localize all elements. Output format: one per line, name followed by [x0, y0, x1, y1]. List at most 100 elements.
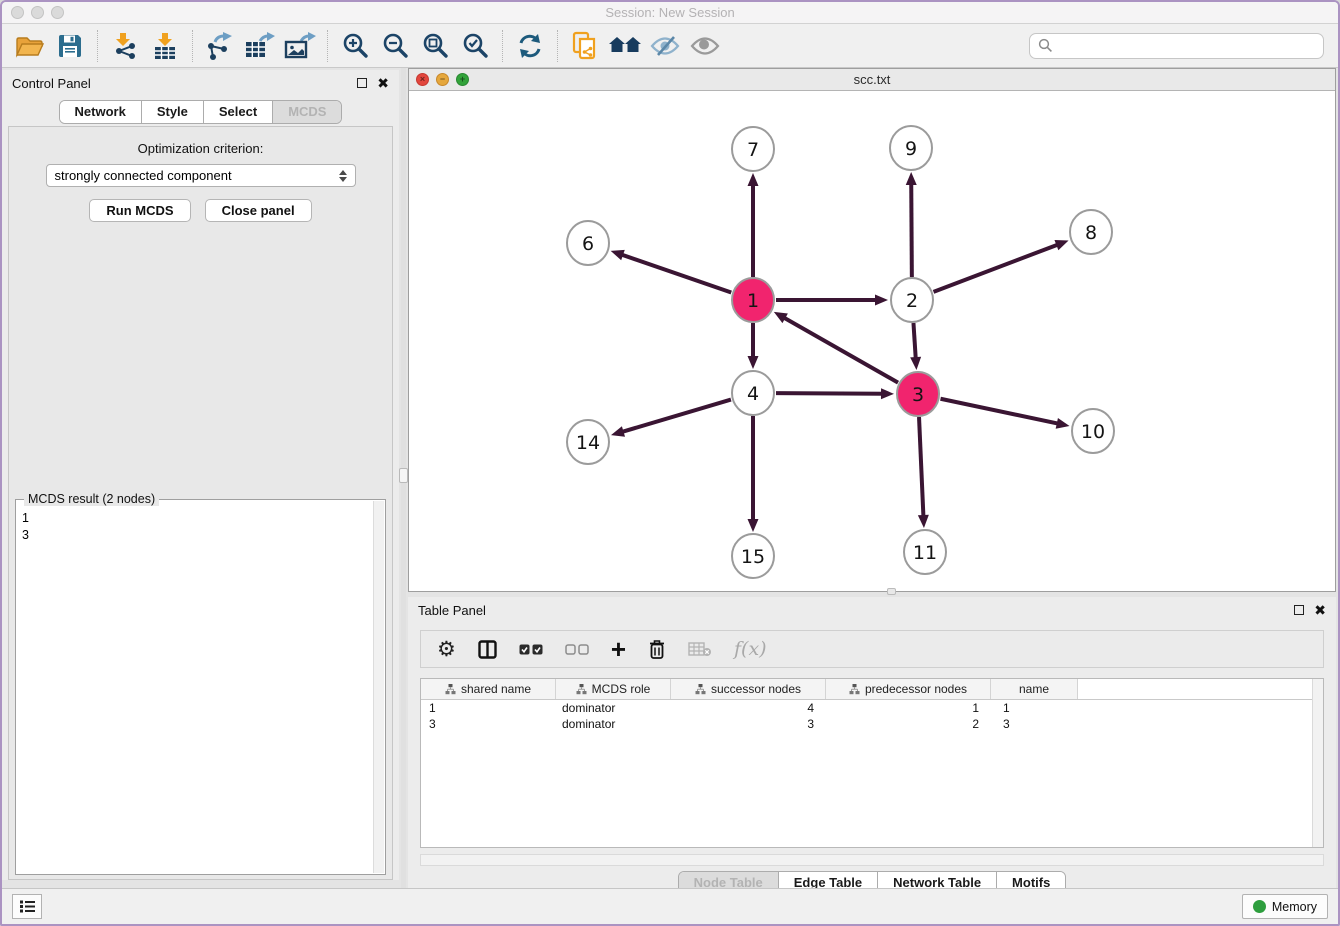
table-cell[interactable]: 1	[826, 701, 991, 715]
graph-edge-3-11[interactable]	[919, 417, 923, 518]
node-table: shared nameMCDS role successor nodes prede…	[420, 678, 1324, 848]
table-header-row: shared nameMCDS role successor nodes prede…	[421, 679, 1323, 700]
graph-edge-4-3[interactable]	[776, 393, 884, 394]
graph-edge-2-9[interactable]	[911, 182, 912, 277]
zoom-selected-button[interactable]	[455, 28, 495, 64]
list-icon	[19, 899, 36, 914]
table-cell[interactable]: 4	[671, 701, 826, 715]
first-neighbors-button[interactable]	[565, 28, 605, 64]
export-network-button[interactable]	[200, 28, 240, 64]
checked-boxes-icon	[519, 644, 543, 655]
tab-style[interactable]: Style	[141, 101, 203, 123]
table-row[interactable]: 1dominator411	[421, 700, 1323, 716]
table-cell[interactable]: 3	[991, 717, 1078, 731]
refresh-icon	[516, 33, 544, 59]
houses-icon	[608, 34, 642, 58]
mcds-tab-content: Optimization criterion: strongly connect…	[8, 126, 393, 880]
tab-select[interactable]: Select	[203, 101, 272, 123]
delete-column-button[interactable]	[648, 634, 666, 664]
graph-edge-2-8[interactable]	[934, 244, 1060, 292]
table-cell[interactable]: dominator	[556, 701, 671, 715]
float-panel-icon[interactable]	[357, 78, 367, 88]
import-network-button[interactable]	[105, 28, 145, 64]
column-header-predecessor-nodes[interactable]: predecessor nodes	[826, 679, 991, 699]
column-header-shared-name[interactable]: shared name	[421, 679, 556, 699]
table-cell[interactable]: 1	[991, 701, 1078, 715]
search-input[interactable]	[1053, 38, 1315, 53]
vertical-splitter[interactable]	[401, 68, 406, 892]
show-all-button[interactable]	[685, 28, 725, 64]
add-column-button[interactable]: +	[611, 634, 626, 664]
hide-selected-button[interactable]	[645, 28, 685, 64]
export-table-button[interactable]	[240, 28, 280, 64]
close-panel-button[interactable]: Close panel	[205, 199, 312, 222]
table-vertical-scrollbar[interactable]	[1312, 679, 1323, 847]
table-panel-title: Table Panel	[418, 603, 486, 618]
graph-edge-1-6[interactable]	[620, 254, 731, 292]
graph-edge-4-14[interactable]	[621, 400, 731, 433]
mcds-result-value: 3	[22, 527, 368, 544]
open-session-button[interactable]	[10, 28, 50, 64]
criterion-select[interactable]: strongly connected component	[46, 164, 356, 187]
import-table-button[interactable]	[145, 28, 185, 64]
hierarchy-icon	[695, 684, 706, 695]
splitter-grip[interactable]	[399, 468, 408, 483]
memory-button[interactable]: Memory	[1242, 894, 1328, 919]
graph-edge-3-1[interactable]	[783, 317, 898, 383]
home-views-button[interactable]	[605, 28, 645, 64]
table-cell[interactable]: 1	[421, 701, 556, 715]
search-field[interactable]	[1029, 33, 1324, 59]
graph-node-label: 7	[747, 139, 759, 161]
close-panel-icon[interactable]: ✖	[377, 78, 389, 88]
table-cell[interactable]: dominator	[556, 717, 671, 731]
graph-edge-2-3[interactable]	[913, 323, 915, 360]
table-cell[interactable]: 2	[826, 717, 991, 731]
deselect-all-rows-button[interactable]	[565, 634, 589, 664]
zoom-out-icon	[382, 32, 409, 59]
mcds-result-box: MCDS result (2 nodes) 13	[15, 499, 386, 875]
graph-node-label: 2	[906, 290, 918, 312]
search-icon	[1038, 38, 1053, 53]
hierarchy-icon	[576, 684, 587, 695]
column-header-label: successor nodes	[711, 682, 801, 696]
toggle-columns-button[interactable]	[478, 634, 497, 664]
run-mcds-button[interactable]: Run MCDS	[89, 199, 190, 222]
table-horizontal-scrollbar[interactable]	[420, 854, 1324, 866]
table-cell[interactable]: 3	[671, 717, 826, 731]
result-scrollbar[interactable]	[373, 501, 384, 873]
save-session-button[interactable]	[50, 28, 90, 64]
zoom-fit-icon	[422, 32, 449, 59]
graph-node-label: 1	[747, 290, 759, 312]
optimization-criterion-label: Optimization criterion:	[9, 141, 392, 156]
table-row[interactable]: 3dominator323	[421, 716, 1323, 732]
close-table-panel-icon[interactable]: ✖	[1314, 605, 1326, 615]
graph-edge-3-10[interactable]	[941, 399, 1060, 424]
import-table-icon	[151, 32, 179, 60]
toolbar-separator	[97, 30, 98, 62]
column-header-MCDS-role[interactable]: MCDS role	[556, 679, 671, 699]
horizontal-splitter-grip[interactable]	[887, 588, 896, 595]
table-cell[interactable]: 3	[421, 717, 556, 731]
fx-icon: f(x)	[734, 638, 767, 660]
gear-icon: ⚙	[437, 637, 456, 661]
float-table-panel-icon[interactable]	[1294, 605, 1304, 615]
graph-edge-arrowhead	[1056, 418, 1070, 429]
column-header-successor-nodes[interactable]: successor nodes	[671, 679, 826, 699]
column-header-name[interactable]: name	[991, 679, 1078, 699]
memory-label: Memory	[1272, 900, 1317, 914]
mcds-result-list[interactable]: 13	[18, 508, 372, 872]
zoom-out-button[interactable]	[375, 28, 415, 64]
table-settings-button[interactable]: ⚙	[437, 634, 456, 664]
function-builder-button-disabled: f(x)	[734, 634, 767, 664]
select-all-rows-button[interactable]	[519, 634, 543, 664]
tab-mcds[interactable]: MCDS	[272, 101, 341, 123]
tab-network[interactable]: Network	[60, 101, 141, 123]
refresh-layout-button[interactable]	[510, 28, 550, 64]
export-image-button[interactable]	[280, 28, 320, 64]
network-window-title: scc.txt	[409, 72, 1335, 87]
task-history-button[interactable]	[12, 894, 42, 919]
zoom-in-button[interactable]	[335, 28, 375, 64]
table-panel: Table Panel ✖ ⚙ +	[408, 597, 1336, 888]
zoom-fit-button[interactable]	[415, 28, 455, 64]
network-canvas[interactable]: 7968124314101511	[409, 91, 1335, 591]
